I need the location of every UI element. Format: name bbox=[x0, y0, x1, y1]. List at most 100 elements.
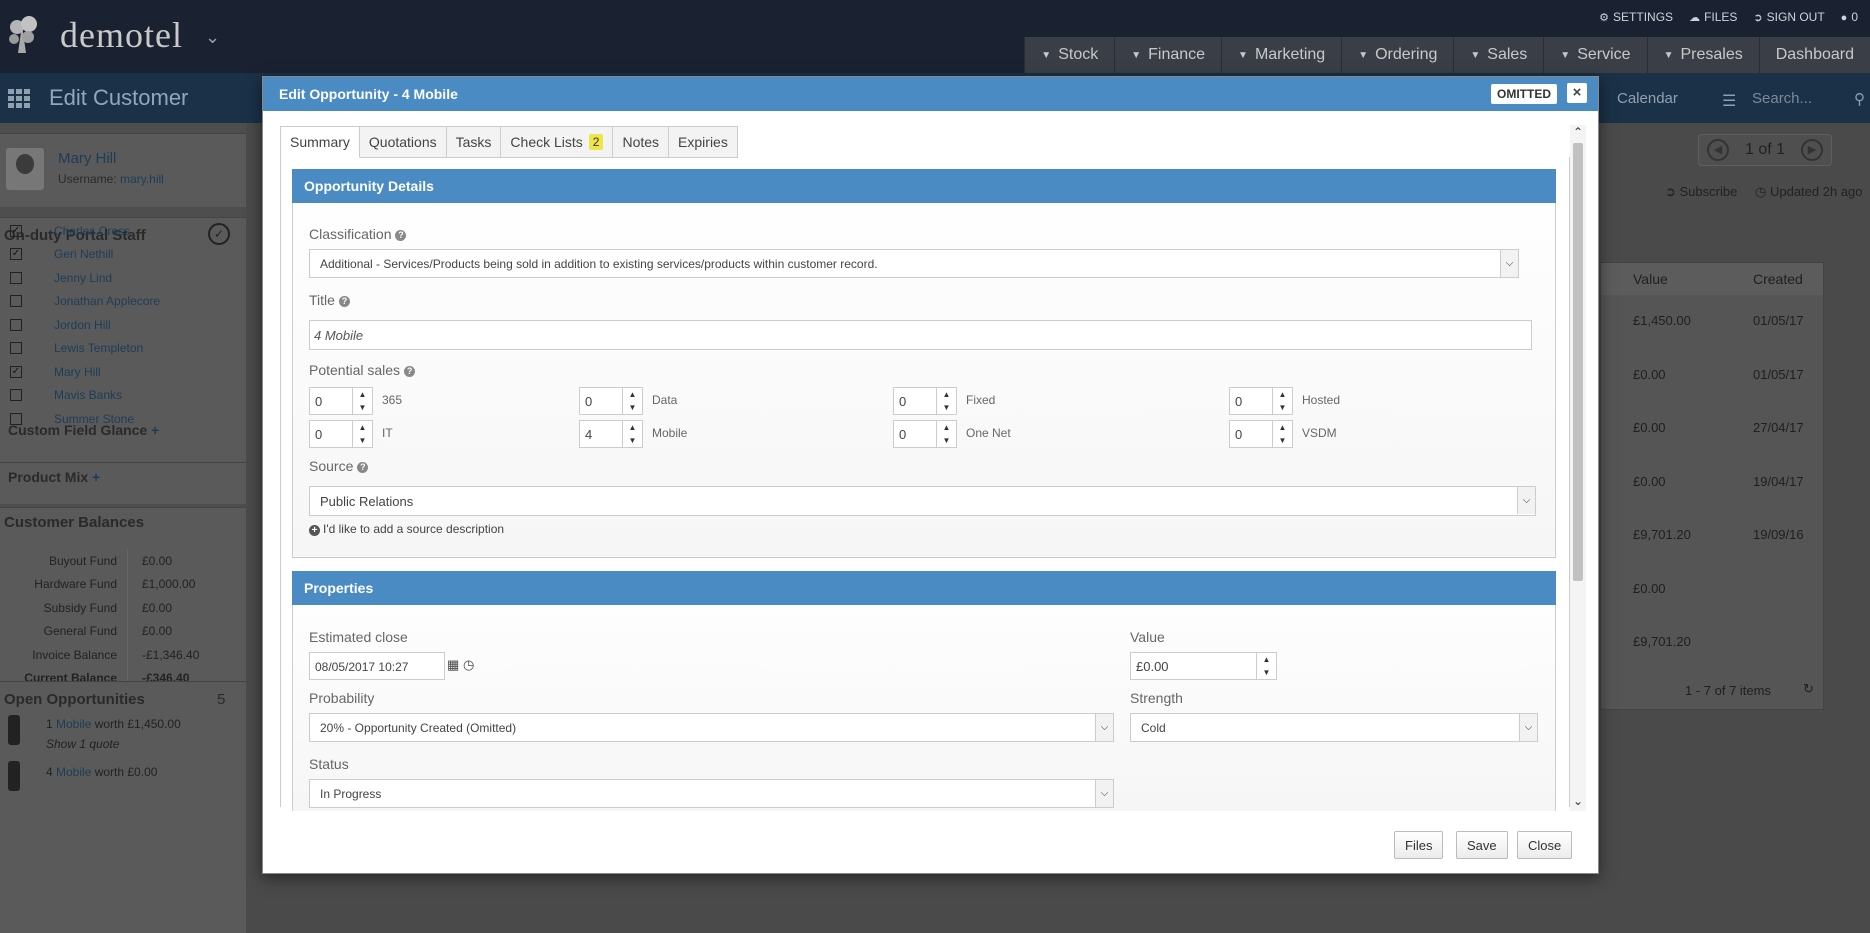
product-mix-link[interactable]: Product Mix + bbox=[8, 469, 100, 485]
settings-link[interactable]: ⚙ SETTINGS bbox=[1599, 10, 1673, 24]
nav-finance[interactable]: ▼ Finance bbox=[1114, 37, 1222, 73]
staff-checkbox[interactable] bbox=[10, 295, 22, 308]
table-row[interactable]: £9,701.20 bbox=[1601, 616, 1823, 669]
quantity-stepper[interactable]: 0 ▲ ▼ bbox=[1229, 420, 1293, 448]
source-description-link[interactable]: + I'd like to add a source description bbox=[309, 522, 504, 536]
spinner-icon[interactable]: ▲ ▼ bbox=[622, 421, 642, 447]
next-page-icon[interactable]: ▶ bbox=[1800, 139, 1823, 161]
quantity-stepper[interactable]: 0 ▲ ▼ bbox=[579, 387, 643, 415]
staff-checkbox[interactable] bbox=[10, 342, 22, 355]
estimated-close-input[interactable]: 08/05/2017 10:27 bbox=[309, 652, 445, 680]
staff-checkbox[interactable] bbox=[10, 318, 22, 331]
scrollbar-thumb[interactable] bbox=[1573, 143, 1583, 581]
nav-ordering[interactable]: ▼ Ordering bbox=[1341, 37, 1454, 73]
table-row[interactable]: £0.00 27/04/17 bbox=[1601, 402, 1823, 455]
staff-name-link[interactable]: Charles Cross bbox=[54, 224, 130, 238]
staff-name-link[interactable]: Jonathan Applecore bbox=[54, 294, 160, 308]
close-button[interactable]: Close bbox=[1517, 831, 1573, 859]
tab-check-lists[interactable]: Check Lists 2 bbox=[501, 126, 614, 158]
spinner-icon[interactable]: ▲ ▼ bbox=[1256, 653, 1276, 679]
nav-service[interactable]: ▼ Service bbox=[1543, 37, 1647, 73]
quantity-stepper[interactable]: 0 ▲ ▼ bbox=[309, 420, 373, 448]
staff-checkbox[interactable] bbox=[10, 389, 22, 402]
nav-dashboard[interactable]: Dashboard bbox=[1758, 37, 1870, 73]
tab-quotations[interactable]: Quotations bbox=[359, 126, 447, 158]
table-row[interactable]: £0.00 bbox=[1601, 563, 1823, 616]
nav-stock[interactable]: ▼ Stock bbox=[1024, 37, 1115, 73]
calendar-icon[interactable]: ▦ bbox=[447, 657, 459, 673]
staff-name-link[interactable]: Jordon Hill bbox=[54, 318, 111, 332]
staff-name-link[interactable]: Lewis Templeton bbox=[54, 341, 143, 355]
source-select[interactable]: Public Relations ⌵ bbox=[309, 486, 1536, 516]
value-input[interactable]: £0.00 ▲ ▼ bbox=[1130, 652, 1277, 680]
clock-icon[interactable]: ◷ bbox=[463, 657, 474, 673]
opportunity-item[interactable]: 4 Mobile worth £0.00 bbox=[46, 765, 157, 779]
menu-icon[interactable]: ☰ bbox=[1722, 91, 1736, 111]
staff-name-link[interactable]: Geri Nethill bbox=[54, 247, 113, 261]
opp-link[interactable]: Mobile bbox=[56, 717, 91, 731]
save-button[interactable]: Save bbox=[1456, 831, 1508, 859]
messages-link[interactable]: ● 0 bbox=[1841, 10, 1858, 24]
tab-notes[interactable]: Notes bbox=[613, 126, 670, 158]
staff-checkbox[interactable]: ✓ bbox=[10, 248, 22, 261]
refresh-icon[interactable]: ↻ bbox=[1803, 681, 1814, 697]
staff-checkbox[interactable]: ✓ bbox=[10, 224, 22, 237]
prev-page-icon[interactable]: ◀ bbox=[1706, 139, 1729, 161]
sign-out-link[interactable]: ➲ SIGN OUT bbox=[1753, 10, 1824, 24]
nav-presales[interactable]: ▼ Presales bbox=[1646, 37, 1759, 73]
close-icon[interactable]: × bbox=[1567, 83, 1587, 103]
spinner-icon[interactable]: ▲ ▼ bbox=[352, 388, 372, 414]
column-header-value[interactable]: Value bbox=[1633, 271, 1668, 287]
scrollbar[interactable]: ⌃ ⌄ bbox=[1570, 125, 1586, 811]
subscribe-link[interactable]: ➲ Subscribe bbox=[1665, 184, 1737, 200]
table-row[interactable]: £9,701.20 19/09/16 bbox=[1601, 509, 1823, 562]
search-input[interactable]: Search... bbox=[1752, 90, 1812, 107]
calendar-link[interactable]: Calendar bbox=[1617, 90, 1678, 107]
staff-name-link[interactable]: Mavis Banks bbox=[54, 388, 122, 402]
help-icon[interactable]: ? bbox=[357, 462, 369, 473]
nav-sales[interactable]: ▼ Sales bbox=[1453, 37, 1544, 73]
status-select[interactable]: In Progress ⌵ bbox=[309, 779, 1114, 808]
staff-name-link[interactable]: Jenny Lind bbox=[54, 271, 112, 285]
spinner-icon[interactable]: ▲ ▼ bbox=[936, 388, 956, 414]
column-header-created[interactable]: Created bbox=[1753, 271, 1803, 287]
quantity-stepper[interactable]: 0 ▲ ▼ bbox=[1229, 387, 1293, 415]
chevron-down-icon[interactable]: ⌄ bbox=[205, 27, 220, 48]
help-icon[interactable]: ? bbox=[338, 296, 350, 307]
quantity-stepper[interactable]: 0 ▲ ▼ bbox=[309, 387, 373, 415]
spinner-icon[interactable]: ▲ ▼ bbox=[622, 388, 642, 414]
staff-checkbox[interactable] bbox=[10, 271, 22, 284]
username-value[interactable]: mary.hill bbox=[120, 172, 164, 186]
help-icon[interactable]: ? bbox=[404, 366, 416, 377]
files-button[interactable]: Files bbox=[1394, 831, 1444, 859]
staff-name-link[interactable]: Mary Hill bbox=[54, 365, 101, 379]
search-icon[interactable]: ⚲ bbox=[1854, 90, 1865, 108]
grid-menu-icon[interactable] bbox=[8, 89, 32, 108]
scroll-down-icon[interactable]: ⌄ bbox=[1573, 794, 1583, 808]
tab-tasks[interactable]: Tasks bbox=[446, 126, 502, 158]
spinner-icon[interactable]: ▲ ▼ bbox=[1272, 388, 1292, 414]
files-link[interactable]: ☁ FILES bbox=[1689, 10, 1737, 24]
table-row[interactable]: £0.00 01/05/17 bbox=[1601, 349, 1823, 402]
opportunity-item[interactable]: 1 Mobile worth £1,450.00 bbox=[46, 717, 181, 731]
probability-select[interactable]: 20% - Opportunity Created (Omitted) ⌵ bbox=[309, 713, 1114, 742]
scroll-up-icon[interactable]: ⌃ bbox=[1573, 125, 1583, 139]
show-quote-link[interactable]: Show 1 quote bbox=[46, 737, 119, 751]
strength-select[interactable]: Cold ⌵ bbox=[1130, 713, 1538, 742]
spinner-icon[interactable]: ▲ ▼ bbox=[936, 421, 956, 447]
spinner-icon[interactable]: ▲ ▼ bbox=[1272, 421, 1292, 447]
staff-checkbox[interactable]: ✓ bbox=[10, 365, 22, 378]
quantity-stepper[interactable]: 0 ▲ ▼ bbox=[893, 420, 957, 448]
user-name[interactable]: Mary Hill bbox=[58, 150, 116, 167]
classification-select[interactable]: Additional - Services/Products being sol… bbox=[309, 249, 1519, 278]
quantity-stepper[interactable]: 4 ▲ ▼ bbox=[579, 420, 643, 448]
nav-marketing[interactable]: ▼ Marketing bbox=[1221, 37, 1342, 73]
table-row[interactable]: £1,450.00 01/05/17 bbox=[1601, 295, 1823, 348]
quantity-stepper[interactable]: 0 ▲ ▼ bbox=[893, 387, 957, 415]
logo[interactable]: demotel ⌄ bbox=[8, 14, 220, 56]
spinner-icon[interactable]: ▲ ▼ bbox=[352, 421, 372, 447]
table-row[interactable]: £0.00 19/04/17 bbox=[1601, 456, 1823, 509]
tab-summary[interactable]: Summary bbox=[280, 126, 360, 158]
opp-link[interactable]: Mobile bbox=[56, 765, 91, 779]
help-icon[interactable]: ? bbox=[395, 230, 407, 241]
